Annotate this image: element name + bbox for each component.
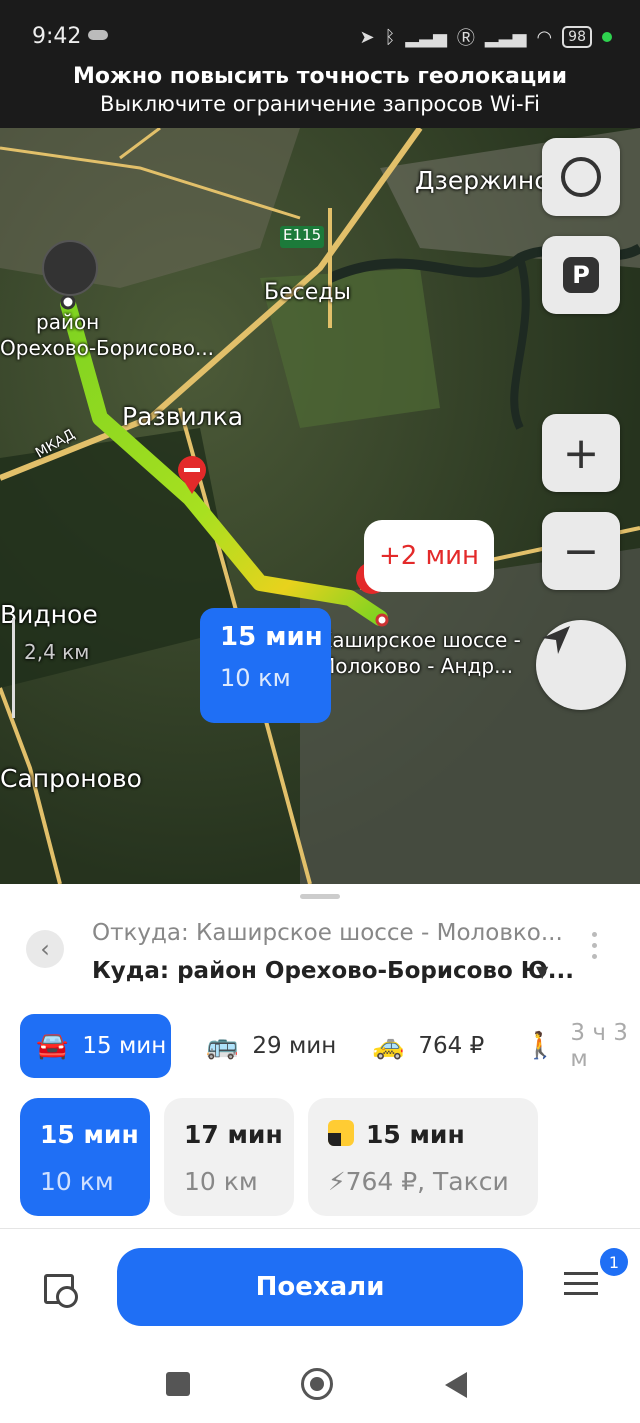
to-field[interactable]: Куда: район Орехово-Борисово Ю... [92,958,574,984]
lightning-icon: ⚡ [328,1167,346,1196]
signal-icon-2: ▂▃▅ [484,26,527,48]
parking-icon: P [563,257,599,293]
banner-title: Можно повысить точность геолокации [72,64,568,89]
route-option-2[interactable]: 17 мин 10 км [164,1098,294,1216]
route-card-time: 15 мин [220,622,323,652]
status-time: 9:42 [32,24,82,49]
from-field[interactable]: Откуда: Каширское шоссе - Моловко... [92,920,563,946]
scale-bar [12,618,15,718]
tab-walk-label: 3 ч 3 м [570,1020,628,1072]
navigation-arrow-icon [542,626,570,654]
route-option-1[interactable]: 15 мин 10 км [20,1098,150,1216]
start-point-icon[interactable] [375,613,389,627]
battery-icon: 98 [562,26,592,48]
route-option-time: 15 мин [366,1120,465,1149]
car-icon: 🚘 [36,1031,69,1061]
tab-taxi-label: 764 ₽ [418,1033,485,1059]
divider [0,1228,640,1229]
tab-public-transport-label: 29 мин [252,1033,337,1059]
tab-public-transport[interactable]: 🚌 29 мин [206,1014,336,1078]
cloud-icon [88,30,108,40]
signal-icon: ▂▃▅ [405,26,447,48]
speed-camera-icon[interactable] [42,240,98,296]
route-option-taxi[interactable]: 15 мин ⚡764 ₽, Такси [308,1098,538,1216]
my-location-button[interactable] [536,620,626,710]
clock-icon [56,1286,78,1308]
home-icon[interactable] [301,1368,333,1400]
walk-icon: 🚶 [524,1031,557,1061]
yandex-taxi-icon [328,1120,354,1146]
transport-mode-tabs: 🚘 15 мин 🚌 29 мин 🚕 764 ₽ 🚶 3 ч 3 м [20,1014,640,1078]
scale-label: 2,4 км [24,640,90,664]
traffic-delay-bubble[interactable]: +2 мин [364,520,494,592]
settings-count-badge: 1 [600,1248,628,1276]
route-option-time: 15 мин [40,1120,139,1149]
location-icon: ➤ [359,26,375,48]
alice-assistant-button[interactable] [542,138,620,216]
system-nav-bar [0,1350,640,1423]
taxi-icon: 🚕 [372,1031,405,1061]
route-option-time: 17 мин [184,1120,283,1149]
route-option-distance: 10 км [40,1167,114,1196]
village-label-besedy: Беседы [264,280,351,305]
parking-button[interactable]: P [542,236,620,314]
recents-icon[interactable] [166,1372,190,1396]
tab-taxi[interactable]: 🚕 764 ₽ [372,1014,484,1078]
status-bar: 9:42 ➤ ᛒ ▂▃▅ Ⓡ ▂▃▅ ◠ 98 [0,0,640,64]
route-settings-icon[interactable] [564,1272,598,1302]
route-option-distance: 10 км [184,1167,258,1196]
status-icons: ➤ ᛒ ▂▃▅ Ⓡ ▂▃▅ ◠ 98 [359,24,612,50]
route-card-distance: 10 км [220,664,291,692]
road-sign-label: E115 [283,226,322,244]
village-label-sapronovo: Сапроново [0,764,142,793]
minus-icon: − [562,525,600,577]
back-icon[interactable] [445,1372,467,1398]
plus-icon: + [562,427,600,479]
chevron-left-icon: ‹ [40,935,50,963]
back-button[interactable]: ‹ [26,930,64,968]
tab-walk[interactable]: 🚶 3 ч 3 м [524,1014,640,1078]
dropdown-arrow-icon[interactable]: ▼ [536,962,548,981]
privacy-dot-icon [602,32,612,42]
route-options: 15 мин 10 км 17 мин 10 км 15 мин ⚡764 ₽,… [20,1098,640,1216]
route-panel: ‹ Откуда: Каширское шоссе - Моловко... К… [0,884,640,1423]
go-button[interactable]: Поехали [117,1248,523,1326]
route-option-price: 764 ₽, Такси [345,1167,509,1196]
wifi-icon: ◠ [536,26,553,48]
village-label-razvilka: Развилка [122,402,244,431]
alice-icon [561,157,601,197]
destination-label-line2: Орехово-Борисово... [0,336,215,360]
banner-subtitle: Выключите ограничение запросов Wi-Fi [100,92,540,116]
roaming-icon: Ⓡ [456,28,475,49]
start-label-line2: Молоково - Андр... [318,654,514,678]
map-view[interactable]: E115 Дзержинский Беседы район Орехово-Бо… [0,128,640,884]
destination-point-icon[interactable] [60,294,76,310]
road-closed-bar [184,468,200,472]
zoom-out-button[interactable]: − [542,512,620,590]
tab-car[interactable]: 🚘 15 мин [20,1014,171,1078]
geolocation-banner[interactable]: Можно повысить точность геолокации Выклю… [0,64,640,128]
drag-handle[interactable] [300,894,340,899]
more-menu-icon[interactable] [592,932,598,966]
start-label-line1: Каширское шоссе - [318,628,521,652]
chevron-right-icon: › [557,66,566,91]
tab-car-label: 15 мин [82,1033,167,1059]
bus-icon: 🚌 [206,1031,239,1061]
route-summary-card[interactable]: 15 мин 10 км [200,608,331,723]
destination-label-line1: район [36,310,100,334]
zoom-in-button[interactable]: + [542,414,620,492]
bluetooth-icon: ᛒ [384,26,396,48]
